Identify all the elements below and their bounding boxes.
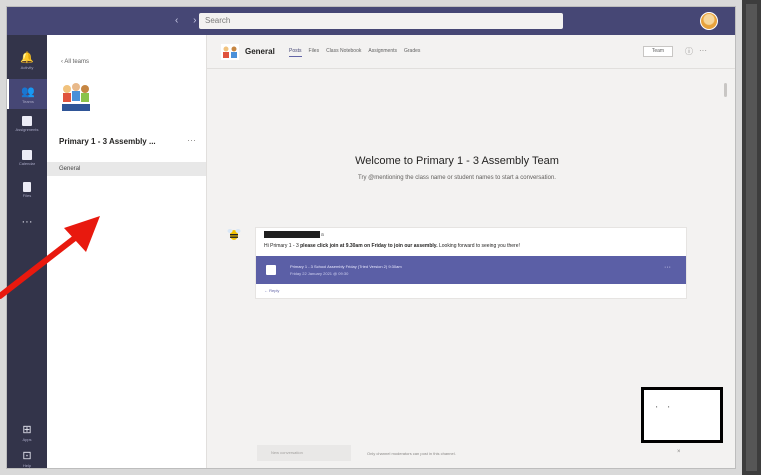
moderation-note: Only channel moderators can post in this… <box>367 451 456 456</box>
tab-posts[interactable]: Posts <box>289 48 302 57</box>
scrollbar-thumb[interactable] <box>724 83 727 97</box>
meeting-card[interactable]: Primary 1 - 3 School Assembly Friday (Tr… <box>256 256 686 284</box>
apps-icon: ⊞ <box>22 423 32 436</box>
team-picture <box>59 80 93 114</box>
reply-link[interactable]: ← Reply <box>264 288 279 293</box>
file-icon <box>23 182 31 192</box>
rail-item-assignments[interactable]: Assignments <box>7 109 47 139</box>
search-input[interactable]: Search <box>199 13 563 29</box>
welcome-subtitle: Try @mentioning the class name or studen… <box>358 175 556 181</box>
channel-title: General <box>245 47 275 56</box>
thumbnail-dot-icon: ▪ <box>656 404 658 409</box>
title-bar: ‹ › Search <box>7 7 735 35</box>
channel-tabs: Posts Files Class Notebook Assignments G… <box>289 48 420 57</box>
rail-label-help: Help <box>22 462 32 468</box>
tab-class-notebook[interactable]: Class Notebook <box>326 48 361 57</box>
channel-header: General Posts Files Class Notebook Assig… <box>207 35 735 69</box>
author-name-redacted <box>264 231 320 238</box>
calendar-icon <box>266 265 276 275</box>
post-text-start: Hi Primary 1 - 3 <box>264 243 301 249</box>
author-suffix: a <box>321 232 324 238</box>
rail-item-activity[interactable]: 🔔 Activity <box>7 45 47 75</box>
outer-scrollbar[interactable] <box>742 0 761 475</box>
bee-avatar <box>227 229 241 240</box>
welcome-title: Welcome to Primary 1 - 3 Assembly Team <box>355 155 559 167</box>
back-to-all-teams[interactable]: ‹ All teams <box>61 59 89 65</box>
rail-label-files: Files <box>22 193 32 198</box>
screen-share-thumbnail[interactable]: ▪ ▪ <box>641 387 723 443</box>
bell-icon: 🔔 <box>20 51 34 64</box>
meeting-title: Primary 1 - 3 School Assembly Friday (Tr… <box>290 264 402 269</box>
channel-main: General Posts Files Class Notebook Assig… <box>207 35 735 468</box>
team-name[interactable]: Primary 1 - 3 Assembly ... <box>59 137 156 146</box>
channel-item-general[interactable]: General <box>47 162 206 176</box>
calendar-icon <box>22 150 32 160</box>
tab-assignments[interactable]: Assignments <box>368 48 397 57</box>
post-text: Hi Primary 1 - 3 please click join at 9.… <box>264 243 684 249</box>
team-button[interactable]: Team <box>643 46 673 57</box>
new-conversation-button[interactable]: New conversation <box>257 445 351 461</box>
outer-scrollbar-track <box>746 4 757 471</box>
rail-item-teams[interactable]: 👥 Teams <box>7 79 47 109</box>
post-text-bold: please click join at 9.30am on Friday to… <box>300 243 438 249</box>
back-label: All teams <box>64 59 90 65</box>
rail-label-teams: Teams <box>22 98 34 104</box>
rail-label-assignments: Assignments <box>15 127 39 132</box>
rail-item-help[interactable]: ⊡ Help <box>7 443 47 468</box>
tab-files[interactable]: Files <box>309 48 320 57</box>
meeting-more-icon[interactable]: ··· <box>664 264 671 271</box>
post-text-end: Looking forward to seeing you there! <box>437 243 520 249</box>
red-arrow-annotation <box>0 216 100 299</box>
thumbnail-dot-icon: ▪ <box>668 404 670 409</box>
help-icon: ⊡ <box>22 449 32 462</box>
thumbnail-screen: ▪ ▪ <box>644 390 720 440</box>
tab-grades[interactable]: Grades <box>404 48 420 57</box>
close-icon[interactable]: × <box>677 449 681 455</box>
teams-icon: 👥 <box>21 85 35 98</box>
post-message: a Hi Primary 1 - 3 please click join at … <box>255 227 687 299</box>
team-more-options-icon[interactable]: ··· <box>187 135 196 145</box>
more-options-icon[interactable]: ··· <box>699 46 707 55</box>
team-icon <box>221 44 239 60</box>
user-avatar[interactable] <box>700 12 718 30</box>
rail-item-calendar[interactable]: Calendar <box>7 143 47 173</box>
assignment-icon <box>22 116 32 126</box>
meeting-time: Friday 22 January 2021 @ 09:30 <box>290 271 349 276</box>
info-icon[interactable]: ⓘ <box>685 46 693 57</box>
rail-label-activity: Activity <box>20 64 34 70</box>
rail-label-apps: Apps <box>22 436 32 442</box>
rail-label-calendar: Calendar <box>18 161 36 166</box>
